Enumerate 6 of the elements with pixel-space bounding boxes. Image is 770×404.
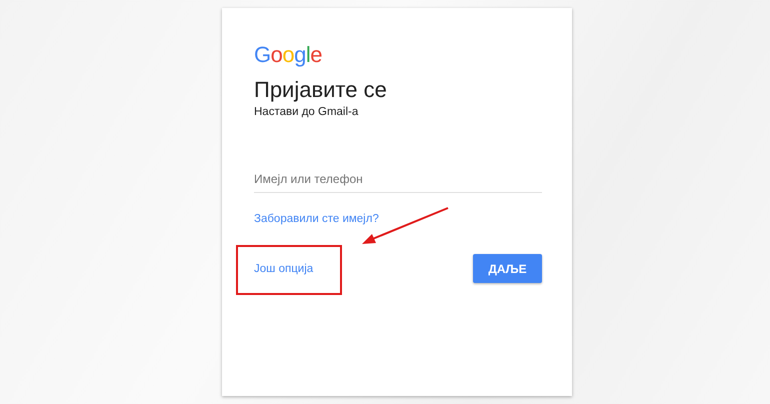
google-logo: Google	[254, 42, 322, 68]
page-title: Пријавите се	[254, 76, 387, 104]
forgot-email-link[interactable]: Заборавили сте имејл?	[254, 213, 379, 225]
next-button[interactable]: ДАЉЕ	[473, 254, 542, 283]
subtitle: Настави до Gmail-а	[254, 106, 358, 118]
more-options-link[interactable]: Још опција	[254, 262, 314, 274]
